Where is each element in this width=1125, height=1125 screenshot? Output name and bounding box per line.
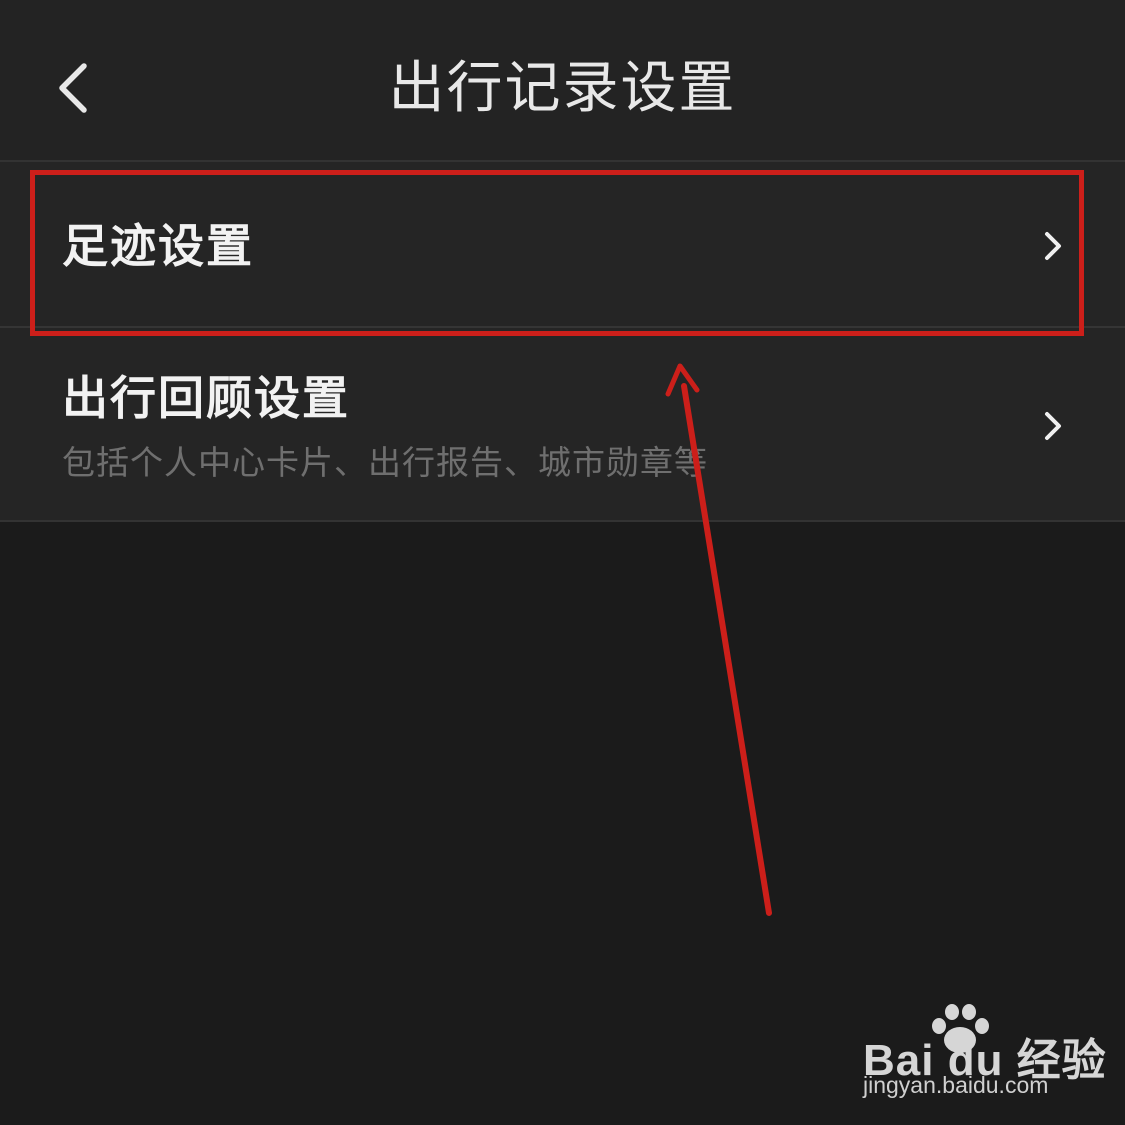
settings-item-footprint[interactable]: 足迹设置 bbox=[0, 162, 1125, 328]
settings-item-subtitle: 包括个人中心卡片、出行报告、城市勋章等 bbox=[62, 443, 708, 482]
settings-item-travel-review[interactable]: 出行回顾设置 包括个人中心卡片、出行报告、城市勋章等 bbox=[0, 328, 1125, 522]
travel-record-settings-screen: 出行记录设置 足迹设置 出行回顾设置 包括个人中心卡片、出行报告、城市勋章等 B… bbox=[0, 0, 1125, 1125]
settings-item-title: 足迹设置 bbox=[62, 219, 254, 273]
watermark-url: jingyan.baidu.com bbox=[863, 1072, 1049, 1098]
top-bar: 出行记录设置 bbox=[0, 0, 1125, 162]
baidu-jingyan-watermark: Bai du 经验 jingyan.baidu.com bbox=[863, 1004, 1106, 1104]
page-title: 出行记录设置 bbox=[388, 56, 737, 121]
chevron-right-icon bbox=[1045, 232, 1061, 260]
chevron-right-icon bbox=[1045, 412, 1061, 440]
settings-item-title: 出行回顾设置 bbox=[62, 371, 350, 425]
